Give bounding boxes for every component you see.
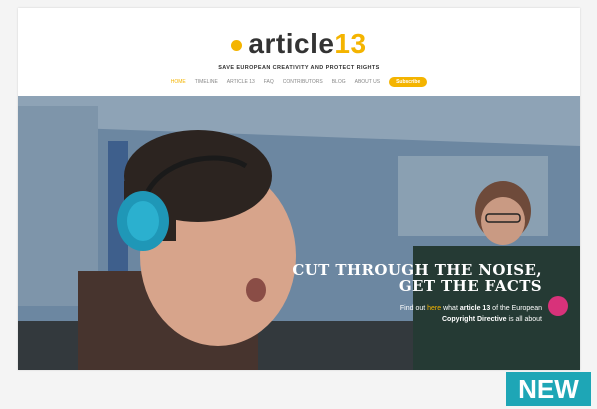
- site-header: article13 SAVE EUROPEAN CREATIVITY AND P…: [18, 8, 580, 96]
- logo-text: article: [248, 28, 335, 59]
- sub-pre: Find out: [399, 305, 426, 312]
- logo-dot-icon: [231, 40, 243, 52]
- new-badge: NEW: [506, 372, 591, 406]
- nav-item-timeline[interactable]: TIMELINE: [195, 79, 218, 85]
- nav-item-about-us[interactable]: ABOUT US: [355, 79, 380, 85]
- sub-article-13: article 13: [459, 305, 491, 312]
- main-nav: HOME TIMELINE ARTICLE 13 FAQ CONTRIBUTOR…: [18, 77, 580, 87]
- sub-all-about: is all about: [508, 316, 542, 323]
- hero-banner: CUT THROUGH THE NOISE, GET THE FACTS Fin…: [18, 96, 580, 370]
- site-logo[interactable]: article13: [18, 28, 580, 60]
- subscribe-button[interactable]: Subscribe: [389, 77, 428, 87]
- nav-item-home[interactable]: HOME: [171, 79, 186, 85]
- nav-item-article-13[interactable]: ARTICLE 13: [227, 79, 255, 85]
- hero-headline: CUT THROUGH THE NOISE, GET THE FACTS: [292, 262, 542, 294]
- sub-mid: what: [443, 305, 458, 312]
- here-link[interactable]: here: [427, 305, 441, 312]
- hero-subtext: Find out here what article 13 of the Eur…: [292, 303, 542, 325]
- sub-copyright-directive: Copyright Directive: [442, 316, 507, 323]
- headline-line-1: CUT THROUGH THE NOISE,: [292, 261, 542, 279]
- hero-photo: [18, 96, 580, 370]
- hero-text: CUT THROUGH THE NOISE, GET THE FACTS Fin…: [292, 262, 542, 325]
- site-tagline: SAVE EUROPEAN CREATIVITY AND PROTECT RIG…: [218, 65, 380, 71]
- website-screenshot: article13 SAVE EUROPEAN CREATIVITY AND P…: [18, 8, 580, 370]
- nav-item-contributors[interactable]: CONTRIBUTORS: [283, 79, 323, 85]
- headline-line-2: GET THE FACTS: [398, 277, 542, 295]
- nav-item-blog[interactable]: BLOG: [332, 79, 346, 85]
- sub-post: of the European: [492, 305, 542, 312]
- logo-number: 13: [334, 28, 367, 59]
- nav-item-faq[interactable]: FAQ: [264, 79, 274, 85]
